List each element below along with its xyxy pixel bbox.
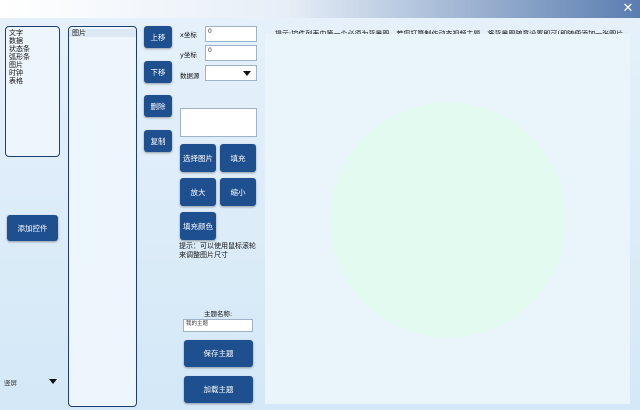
control-type-item[interactable]: 数据 <box>9 37 56 45</box>
fill-color-button[interactable]: 填充颜色 <box>180 212 216 240</box>
select-image-button[interactable]: 选择图片 <box>180 144 216 172</box>
x-coordinate-input[interactable]: 0 <box>205 26 257 42</box>
add-control-button[interactable]: 添加控件 <box>7 215 58 241</box>
move-down-button[interactable]: 下移 <box>144 61 172 83</box>
move-up-button[interactable]: 上移 <box>144 26 172 48</box>
control-type-item[interactable]: 时钟 <box>9 69 56 77</box>
control-type-item[interactable]: 图片 <box>9 61 56 69</box>
orientation-select-value: 竖屏 <box>4 378 17 387</box>
control-type-list[interactable]: 文字 数据 状态条 弧形条 图片 时钟 表格 <box>5 26 60 157</box>
zoom-in-button[interactable]: 放大 <box>180 178 216 206</box>
control-type-item[interactable]: 弧形条 <box>9 53 56 61</box>
fill-button[interactable]: 填充 <box>220 144 256 172</box>
orientation-select[interactable]: 竖屏 <box>4 375 60 388</box>
control-type-item[interactable]: 表格 <box>9 77 56 85</box>
control-type-item[interactable]: 文字 <box>9 29 56 37</box>
chevron-down-icon <box>243 70 251 76</box>
preview-circle-shape <box>330 102 566 338</box>
delete-button[interactable]: 删除 <box>144 95 172 117</box>
scroll-hint-text: 提示：可以使用鼠标滚轮来调整图片尺寸 <box>179 242 256 259</box>
y-coordinate-label: y坐标 <box>180 51 197 59</box>
save-theme-button[interactable]: 保存主题 <box>184 340 253 367</box>
theme-name-input[interactable]: 我的主题 <box>183 319 253 332</box>
y-coordinate-input[interactable]: 0 <box>205 45 257 61</box>
data-source-select[interactable] <box>205 65 257 81</box>
control-list[interactable]: 图片 <box>68 26 137 407</box>
copy-button[interactable]: 复制 <box>144 130 172 152</box>
zoom-out-button[interactable]: 缩小 <box>220 178 256 206</box>
chevron-down-icon <box>49 379 57 384</box>
theme-name-label: 主题名称: <box>204 310 233 318</box>
x-coordinate-label: x坐标 <box>180 31 197 39</box>
image-preview-box <box>180 108 257 137</box>
control-type-item[interactable]: 状态条 <box>9 45 56 53</box>
load-theme-button[interactable]: 加载主题 <box>184 376 253 403</box>
title-bar <box>0 0 640 18</box>
data-source-label: 数据源 <box>180 72 200 80</box>
control-list-item[interactable]: 图片 <box>69 29 136 37</box>
close-icon[interactable]: ✕ <box>620 1 636 17</box>
